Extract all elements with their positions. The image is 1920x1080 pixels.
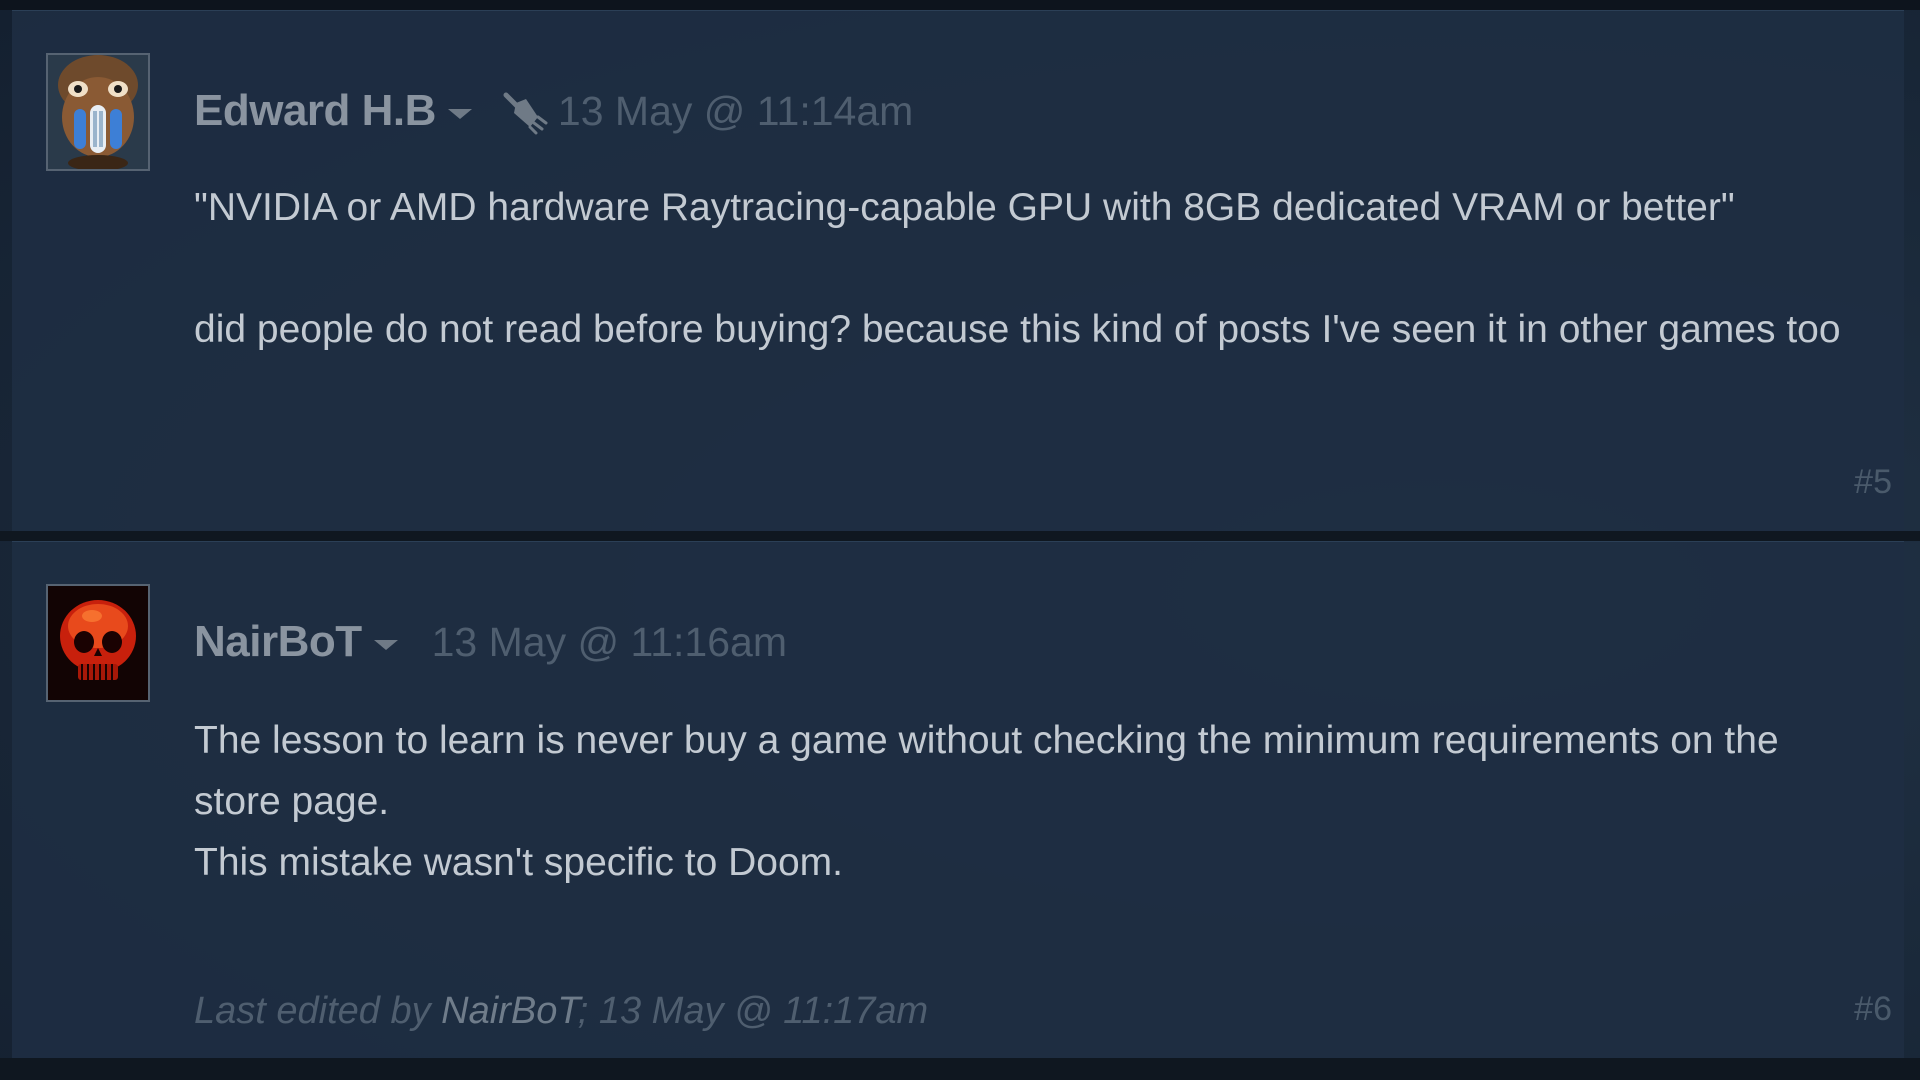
post-number[interactable]: #6 xyxy=(1854,990,1892,1029)
edited-suffix: ; 13 May @ 11:17am xyxy=(577,990,929,1032)
comment-body: "NVIDIA or AMD hardware Raytracing-capab… xyxy=(194,177,1874,360)
top-separator xyxy=(0,0,1920,10)
comment-divider xyxy=(0,531,1920,541)
avatar-image xyxy=(48,586,148,700)
avatar[interactable] xyxy=(46,53,150,171)
chevron-down-icon[interactable] xyxy=(447,109,472,119)
avatar[interactable] xyxy=(46,584,150,702)
author-name[interactable]: Edward H.B xyxy=(194,86,436,136)
bottom-separator xyxy=(0,1058,1920,1080)
comment-paragraph: The lesson to learn is never buy a game … xyxy=(194,719,1779,823)
edited-by-name[interactable]: NairBoT xyxy=(441,990,578,1032)
discussion-thread: Edward H.B 13 May @ 11:14am "NVIDIA or A… xyxy=(0,0,1920,1080)
broom-icon xyxy=(503,92,548,135)
comment-body: The lesson to learn is never buy a game … xyxy=(194,710,1874,893)
last-edited-note: Last edited by NairBoT; 13 May @ 11:17am xyxy=(194,990,928,1033)
post-number[interactable]: #5 xyxy=(1854,463,1892,502)
comment-header: Edward H.B 13 May @ 11:14am xyxy=(194,83,913,139)
chevron-down-icon[interactable] xyxy=(373,640,398,650)
comment-timestamp[interactable]: 13 May @ 11:14am xyxy=(558,88,913,135)
edited-prefix: Last edited by xyxy=(194,990,442,1032)
avatar-image xyxy=(48,55,148,169)
author-name[interactable]: NairBoT xyxy=(194,617,362,667)
comment-header: NairBoT 13 May @ 11:16am xyxy=(194,614,787,670)
comment-paragraph: This mistake wasn't specific to Doom. xyxy=(194,841,843,884)
comment-post: NairBoT 13 May @ 11:16am The lesson to l… xyxy=(12,541,1904,1058)
comment-post: Edward H.B 13 May @ 11:14am "NVIDIA or A… xyxy=(12,10,1904,531)
comment-paragraph: "NVIDIA or AMD hardware Raytracing-capab… xyxy=(194,186,1735,229)
comment-paragraph: did people do not read before buying? be… xyxy=(194,308,1841,351)
comment-timestamp[interactable]: 13 May @ 11:16am xyxy=(432,619,787,666)
